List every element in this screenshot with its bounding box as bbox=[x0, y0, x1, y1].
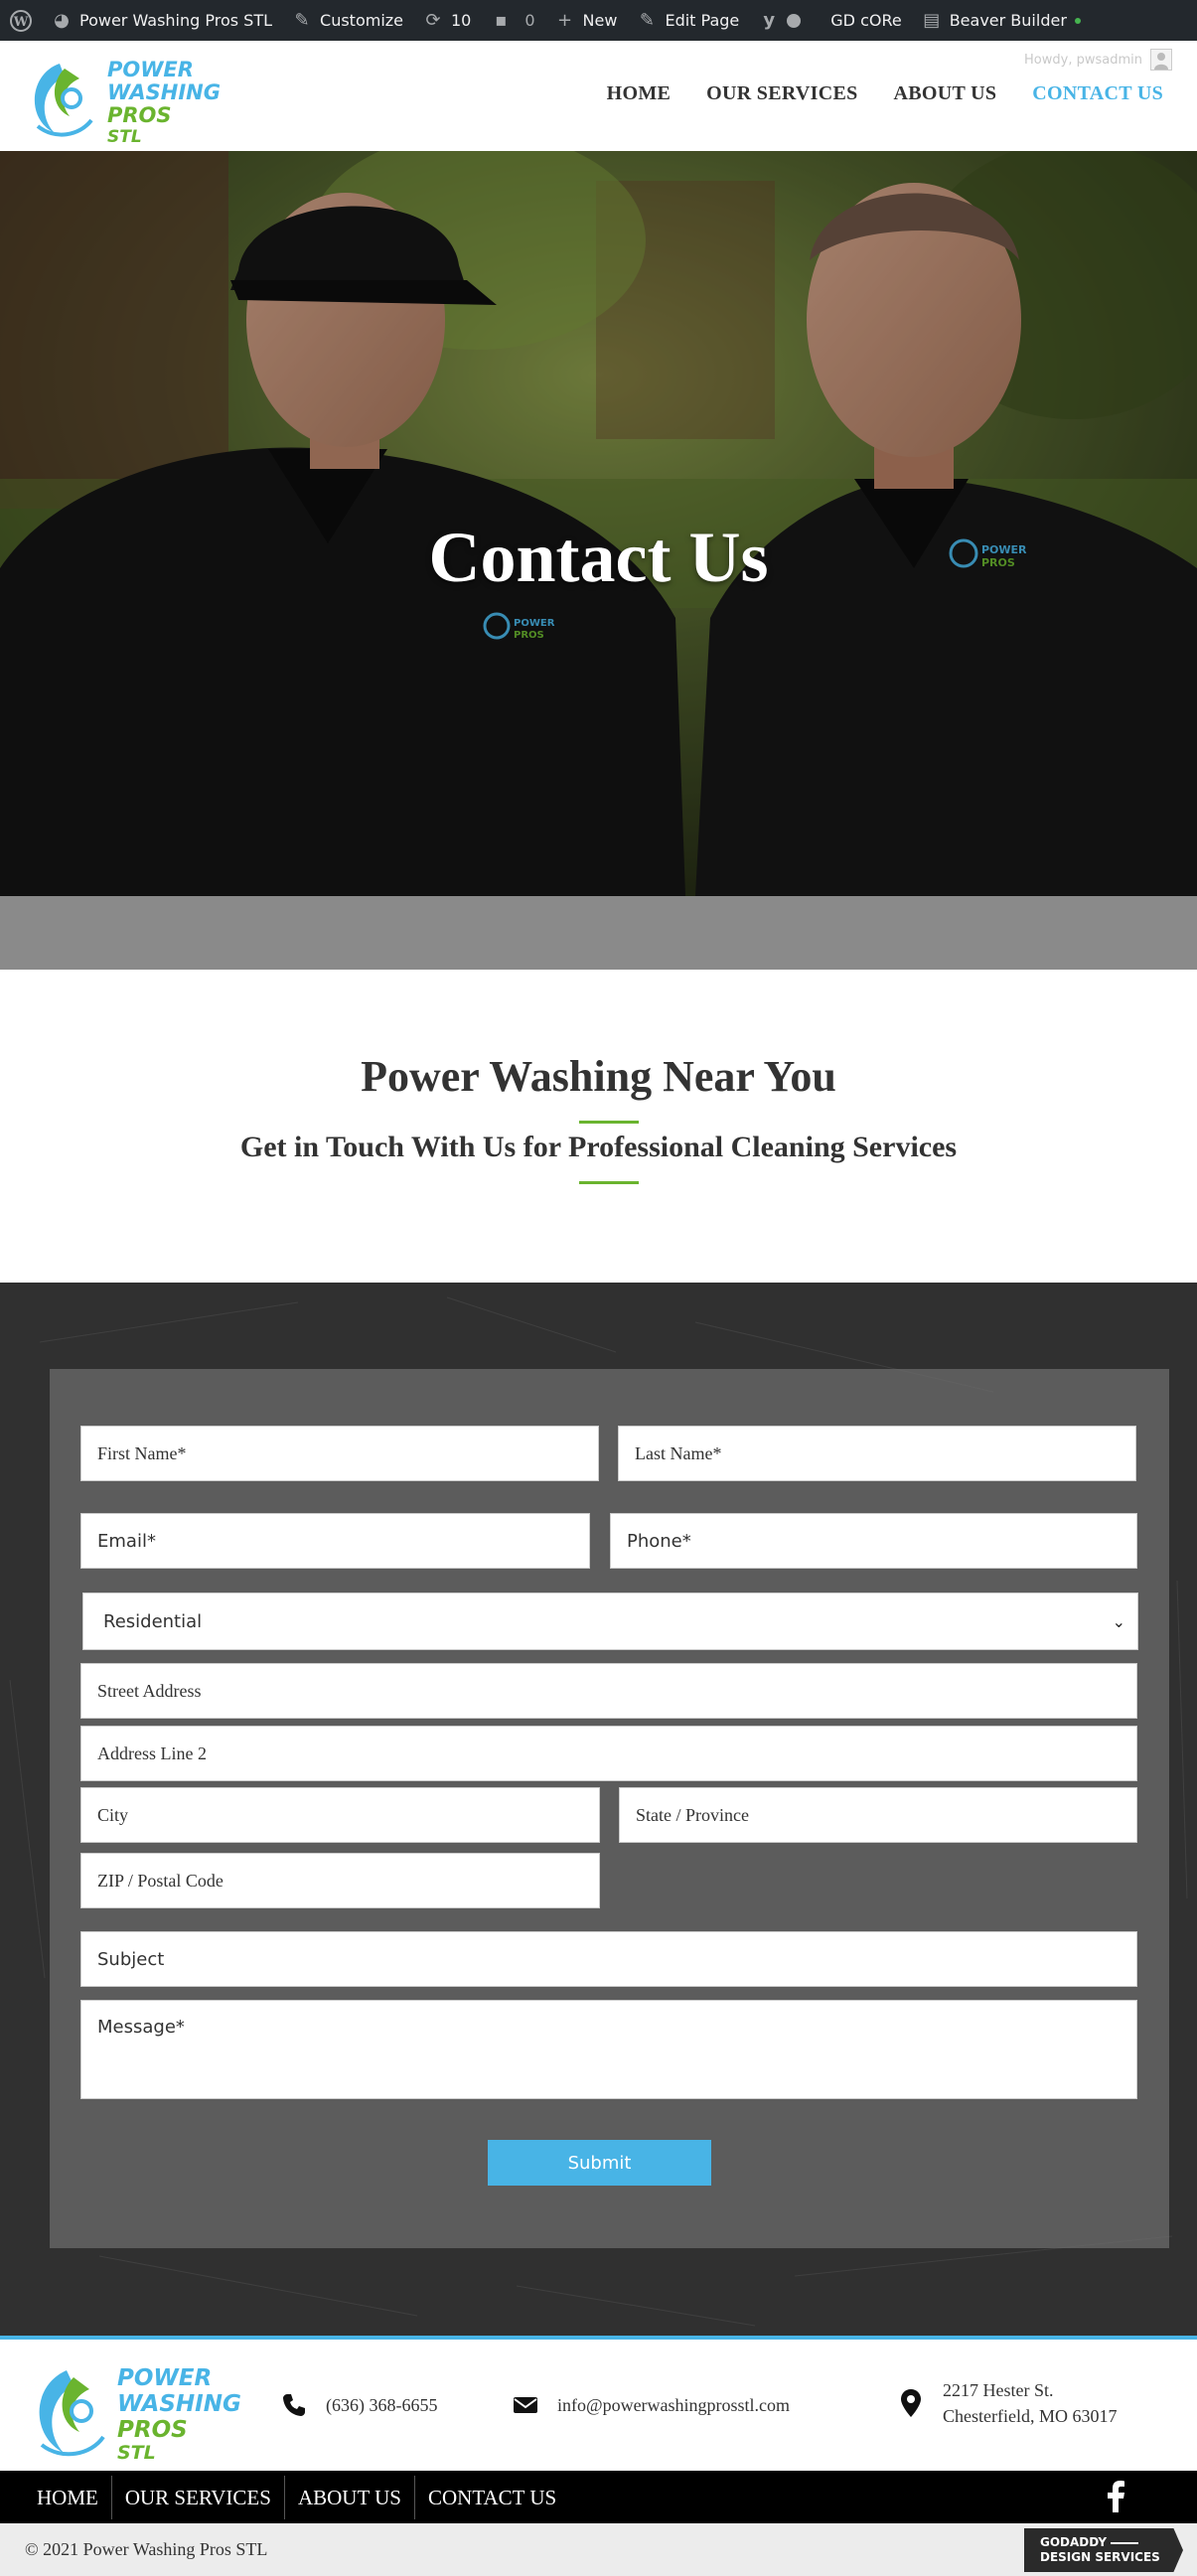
hero-divider-band bbox=[0, 896, 1197, 970]
nav-about-us[interactable]: ABOUT US bbox=[876, 82, 1015, 105]
godaddy-badge[interactable]: GODADDY DESIGN SERVICES bbox=[1024, 2528, 1183, 2572]
footer-email-address: info@powerwashingprosstl.com bbox=[557, 2394, 791, 2415]
beaver-builder-link[interactable]: ▤ Beaver Builder bbox=[912, 0, 1091, 41]
copyright-bar: © 2021 Power Washing Pros STL bbox=[0, 2523, 1197, 2576]
site-name-label: Power Washing Pros STL bbox=[79, 11, 273, 30]
admin-bar: W ◕ Power Washing Pros STL ✎ Customize ⟳… bbox=[0, 0, 1197, 41]
property-type-value: Residential bbox=[103, 1610, 203, 1632]
svg-text:STL: STL bbox=[107, 127, 142, 143]
page-title: Contact Us bbox=[428, 518, 769, 597]
svg-text:WASHING: WASHING bbox=[107, 80, 221, 104]
footer-nav-about-us[interactable]: ABOUT US bbox=[285, 2475, 415, 2519]
map-pin-icon bbox=[897, 2389, 925, 2417]
comment-icon: ▪ bbox=[495, 9, 508, 31]
dashboard-icon: ◕ bbox=[54, 9, 70, 31]
pencil-icon: ✎ bbox=[639, 9, 655, 31]
address-line2: Chesterfield, MO 63017 bbox=[943, 2406, 1118, 2426]
badge-line1: GODADDY bbox=[1040, 2535, 1108, 2549]
builder-icon: ▤ bbox=[923, 9, 941, 31]
site-logo[interactable]: POWER WASHING PROS STL bbox=[20, 49, 248, 143]
footer-email[interactable]: info@powerwashingprosstl.com bbox=[512, 2391, 790, 2419]
intro-subheading: Get in Touch With Us for Professional Cl… bbox=[239, 1131, 958, 1163]
first-name-field[interactable]: First Name* bbox=[80, 1426, 599, 1481]
builder-status-dot bbox=[1074, 17, 1081, 24]
subject-field[interactable]: Subject bbox=[80, 1931, 1137, 1987]
gd-core-menu[interactable]: GD cORe bbox=[821, 0, 911, 41]
last-name-field[interactable]: Last Name* bbox=[618, 1426, 1136, 1481]
page: W ◕ Power Washing Pros STL ✎ Customize ⟳… bbox=[0, 0, 1197, 2576]
submit-button[interactable]: Submit bbox=[488, 2140, 711, 2186]
main-nav: HOME OUR SERVICES ABOUT US CONTACT US bbox=[589, 82, 1181, 105]
svg-text:PROS: PROS bbox=[117, 2417, 188, 2443]
footer-nav-contact-us[interactable]: CONTACT US bbox=[415, 2476, 569, 2519]
customize-label: Customize bbox=[320, 11, 403, 30]
nav-our-services[interactable]: OUR SERVICES bbox=[688, 82, 875, 105]
updates-count: 10 bbox=[451, 11, 472, 30]
brush-icon: ✎ bbox=[294, 9, 310, 31]
address-line2-field[interactable]: Address Line 2 bbox=[80, 1726, 1137, 1781]
comments-count: 0 bbox=[524, 11, 535, 30]
footer-phone-number: (636) 368-6655 bbox=[326, 2394, 438, 2415]
property-type-select[interactable]: Residential ⌄ bbox=[82, 1592, 1138, 1650]
updates-link[interactable]: ⟳ 10 bbox=[413, 0, 481, 41]
email-field[interactable]: Email* bbox=[80, 1513, 590, 1569]
address-block: 2217 Hester St. Chesterfield, MO 63017 bbox=[943, 2377, 1117, 2429]
city-field[interactable]: City bbox=[80, 1787, 600, 1843]
wp-logo-menu[interactable]: W bbox=[0, 0, 42, 41]
footer-nav-our-services[interactable]: OUR SERVICES bbox=[112, 2475, 285, 2519]
plus-icon: + bbox=[557, 9, 573, 31]
envelope-icon bbox=[512, 2391, 539, 2419]
street-address-field[interactable]: Street Address bbox=[80, 1663, 1137, 1719]
hero-banner: POWER PROS POWER PROS Contact Us bbox=[0, 151, 1197, 896]
svg-text:POWER: POWER bbox=[107, 58, 194, 81]
address-line1: 2217 Hester St. bbox=[943, 2380, 1054, 2400]
howdy-account[interactable]: Howdy, pwsadmin bbox=[1024, 49, 1172, 71]
phone-field[interactable]: Phone* bbox=[610, 1513, 1137, 1569]
heading-divider bbox=[579, 1121, 639, 1124]
intro-heading: Power Washing Near You bbox=[361, 1052, 836, 1101]
wordpress-icon: W bbox=[10, 9, 32, 32]
comments-link[interactable]: ▪ 0 bbox=[481, 0, 544, 41]
nav-home[interactable]: HOME bbox=[589, 82, 689, 105]
new-label: New bbox=[582, 11, 618, 30]
footer-phone[interactable]: (636) 368-6655 bbox=[280, 2391, 437, 2419]
edit-page-link[interactable]: ✎ Edit Page bbox=[627, 0, 749, 41]
svg-text:WASHING: WASHING bbox=[117, 2391, 241, 2417]
phone-icon bbox=[280, 2391, 308, 2419]
contact-form-section: First Name* Last Name* Email* Phone* Res… bbox=[0, 1283, 1197, 2336]
svg-text:PROS: PROS bbox=[107, 103, 172, 127]
avatar bbox=[1150, 49, 1172, 71]
copyright-text: © 2021 Power Washing Pros STL bbox=[25, 2539, 268, 2559]
state-field[interactable]: State / Province bbox=[619, 1787, 1137, 1843]
updates-icon: ⟳ bbox=[425, 9, 441, 31]
nav-contact-us[interactable]: CONTACT US bbox=[1014, 82, 1181, 105]
zip-field[interactable]: ZIP / Postal Code bbox=[80, 1853, 600, 1908]
svg-text:POWER: POWER bbox=[117, 2365, 212, 2391]
site-header: POWER WASHING PROS STL Howdy, pwsadmin H… bbox=[0, 41, 1197, 151]
footer-nav: HOME OUR SERVICES ABOUT US CONTACT US bbox=[0, 2471, 1197, 2523]
gd-core-label: GD cORe bbox=[830, 11, 902, 30]
new-content-menu[interactable]: + New bbox=[545, 0, 628, 41]
yoast-menu[interactable]: y bbox=[749, 0, 821, 41]
beaver-builder-label: Beaver Builder bbox=[949, 11, 1067, 30]
badge-line2: DESIGN SERVICES bbox=[1040, 2550, 1160, 2564]
seo-status-dot bbox=[787, 13, 802, 28]
intro-section: Power Washing Near You Get in Touch With… bbox=[0, 970, 1197, 1283]
howdy-label: Howdy, pwsadmin bbox=[1024, 52, 1142, 68]
chevron-down-icon: ⌄ bbox=[1112, 1611, 1125, 1631]
contact-form: First Name* Last Name* Email* Phone* Res… bbox=[50, 1369, 1169, 2248]
facebook-icon[interactable] bbox=[1106, 2481, 1125, 2512]
footer-nav-home[interactable]: HOME bbox=[0, 2475, 112, 2519]
subheading-divider bbox=[579, 1181, 639, 1184]
footer-contact-bar: POWER WASHING PROS STL (636) 368-6655 in… bbox=[0, 2336, 1197, 2471]
edit-page-label: Edit Page bbox=[665, 11, 740, 30]
svg-text:W: W bbox=[13, 15, 29, 30]
site-name-menu[interactable]: ◕ Power Washing Pros STL bbox=[42, 0, 282, 41]
footer-logo[interactable]: POWER WASHING PROS STL bbox=[22, 2355, 278, 2463]
yoast-icon: y bbox=[763, 9, 776, 31]
footer-address: 2217 Hester St. Chesterfield, MO 63017 bbox=[897, 2377, 1117, 2429]
svg-text:STL: STL bbox=[117, 2442, 156, 2463]
customize-link[interactable]: ✎ Customize bbox=[282, 0, 413, 41]
message-field[interactable]: Message* bbox=[80, 2000, 1137, 2099]
